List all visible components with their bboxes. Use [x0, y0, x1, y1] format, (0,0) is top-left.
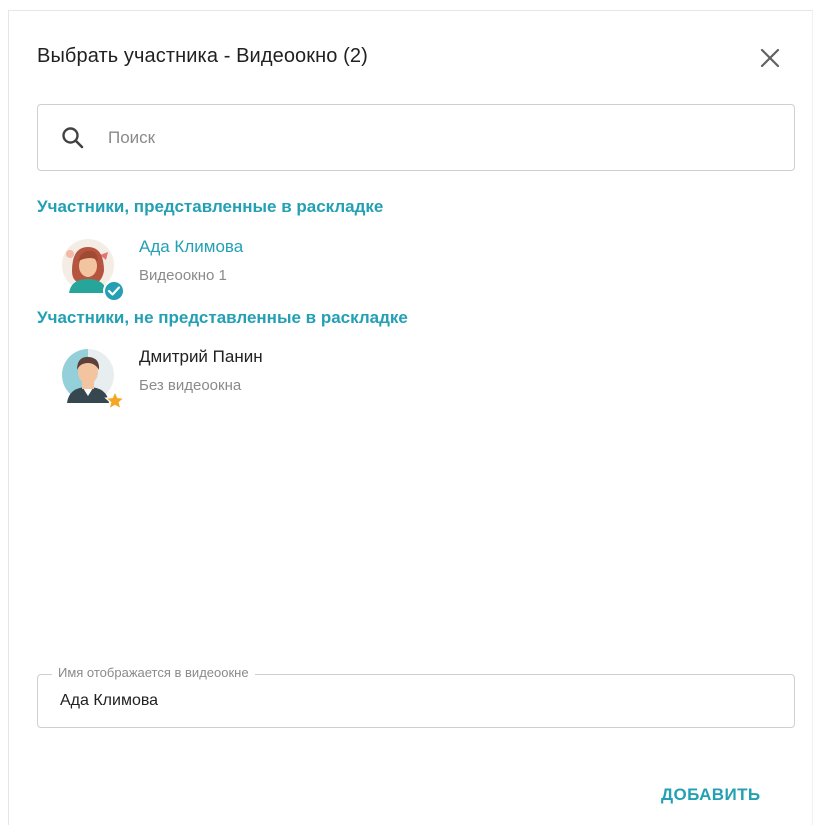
close-icon [760, 48, 780, 68]
dialog-title: Выбрать участника - Видеоокно (2) [37, 45, 368, 67]
star-badge-icon [104, 390, 126, 411]
participant-name: Дмитрий Панин [139, 347, 263, 366]
display-name-field: Имя отображается в видеоокне [37, 665, 795, 728]
participant-dmitriy-panin[interactable]: Дмитрий Панин Без видеоокна [59, 347, 479, 413]
search-icon [62, 127, 84, 149]
select-participant-dialog: Выбрать участника - Видеоокно (2) Участн… [8, 10, 813, 825]
add-button[interactable]: ДОБАВИТЬ [661, 785, 760, 805]
display-name-input[interactable] [60, 689, 760, 713]
participant-ada-klimova[interactable]: Ада Климова Видеоокно 1 [59, 237, 479, 303]
search-input[interactable] [108, 123, 768, 153]
participant-subtitle: Без видеоокна [139, 377, 242, 394]
participant-subtitle: Видеоокно 1 [139, 267, 227, 284]
close-button[interactable] [757, 45, 783, 71]
search-box [37, 104, 795, 171]
display-name-label: Имя отображается в видеоокне [52, 665, 255, 680]
section-heading-in-layout: Участники, представленные в раскладке [37, 197, 384, 216]
section-heading-not-in-layout: Участники, не представленные в раскладке [37, 308, 408, 327]
participant-name: Ада Климова [139, 237, 244, 256]
check-badge-icon [103, 280, 125, 302]
